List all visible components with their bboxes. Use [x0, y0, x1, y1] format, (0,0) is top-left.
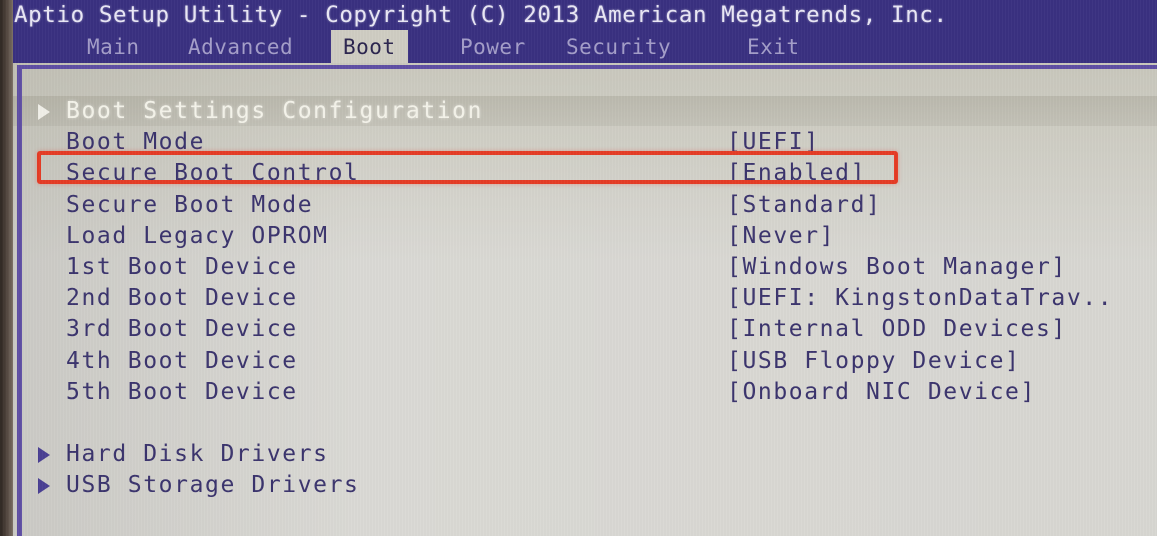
settings-row-value[interactable]: [UEFI: KingstonDataTrav.. — [727, 283, 1113, 313]
settings-row-label: 4th Boot Device — [66, 347, 298, 374]
settings-row[interactable]: 5th Boot Device [Onboard NIC Device] — [13, 377, 1157, 407]
settings-row-value[interactable]: [UEFI] — [727, 127, 820, 157]
settings-row[interactable]: Boot Settings Configuration — [13, 96, 1157, 126]
settings-row[interactable]: Load Legacy OPROM [Never] — [13, 221, 1157, 251]
settings-row[interactable]: 2nd Boot Device [UEFI: KingstonDataTrav.. — [13, 283, 1157, 313]
settings-row-value[interactable]: [Windows Boot Manager] — [727, 252, 1067, 282]
settings-submenu-label: Hard Disk Drivers — [66, 441, 329, 467]
settings-row-value[interactable]: [Standard] — [727, 190, 881, 220]
submenu-arrow-icon — [38, 104, 50, 120]
settings-submenu-row[interactable]: USB Storage Drivers — [13, 470, 1157, 500]
settings-row-value[interactable]: [Onboard NIC Device] — [727, 377, 1036, 407]
monitor-bezel — [0, 0, 13, 536]
tab-power[interactable]: Power — [448, 30, 538, 63]
settings-row-label: Boot Mode — [66, 129, 206, 156]
settings-row-label: 3rd Boot Device — [66, 316, 298, 343]
panel-top-border — [17, 65, 1157, 69]
settings-row-value[interactable]: [Never] — [727, 221, 835, 251]
settings-row-label: Boot Settings Configuration — [66, 98, 484, 124]
settings-panel: Boot Settings Configuration Boot Mode [UEF… — [13, 63, 1157, 536]
settings-row-list: Boot Settings Configuration Boot Mode [UEF… — [13, 63, 1157, 536]
settings-submenu-label: USB Storage Drivers — [66, 472, 360, 499]
settings-row[interactable]: 3rd Boot Device [Internal ODD Devices] — [13, 314, 1157, 344]
settings-row[interactable]: Secure Boot Mode [Standard] — [13, 190, 1157, 220]
submenu-arrow-icon — [38, 447, 50, 463]
settings-row[interactable]: 1st Boot Device [Windows Boot Manager] — [13, 252, 1157, 282]
panel-left-border — [17, 65, 22, 536]
tab-security[interactable]: Security — [554, 30, 683, 63]
settings-row-value[interactable]: [USB Floppy Device] — [727, 346, 1021, 376]
submenu-arrow-icon — [38, 478, 50, 495]
settings-row-label: 5th Boot Device — [66, 378, 298, 405]
settings-row-label: 1st Boot Device — [66, 254, 298, 280]
settings-row-value[interactable]: [Internal ODD Devices] — [727, 314, 1067, 344]
settings-row-label: Secure Boot Control — [66, 160, 360, 187]
tab-main[interactable]: Main — [75, 30, 152, 63]
settings-row[interactable]: Secure Boot Control [Enabled] — [13, 158, 1157, 188]
tab-exit[interactable]: Exit — [735, 30, 812, 63]
settings-row-label: 2nd Boot Device — [66, 285, 298, 312]
bios-setup-screen: Aptio Setup Utility - Copyright (C) 2013… — [0, 0, 1157, 536]
settings-row-label: Load Legacy OPROM — [66, 222, 329, 249]
tab-advanced[interactable]: Advanced — [176, 30, 305, 63]
settings-row-value[interactable]: [Enabled] — [727, 158, 866, 188]
tab-boot[interactable]: Boot — [331, 30, 408, 63]
menu-bar: Main Advanced Boot Power Security Exit — [0, 30, 1157, 63]
window-title: Aptio Setup Utility - Copyright (C) 2013… — [0, 0, 1157, 30]
settings-row[interactable]: Boot Mode [UEFI] — [13, 127, 1157, 157]
settings-submenu-row[interactable]: Hard Disk Drivers — [13, 439, 1157, 469]
settings-row-label: Secure Boot Mode — [66, 191, 314, 218]
settings-row[interactable]: 4th Boot Device [USB Floppy Device] — [13, 346, 1157, 376]
